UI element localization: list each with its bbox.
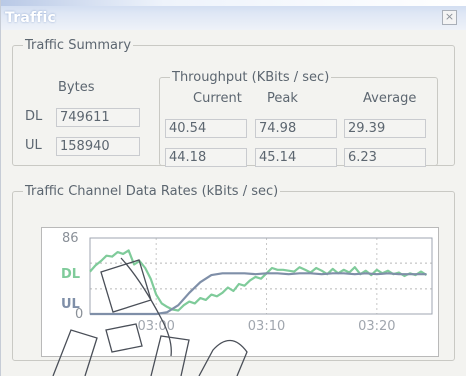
traffic-window: Traffic × Traffic Summary Bytes DL 74961… [0, 0, 466, 376]
ul-average-field: 6.23 [344, 148, 426, 167]
x-tick-label-0: 03:00 [137, 319, 174, 334]
close-button[interactable]: × [442, 10, 457, 25]
series-line-dl [89, 249, 428, 312]
dl-bytes-field: 749611 [56, 108, 140, 127]
series-label-dl: DL [61, 267, 80, 282]
ul-row-label: UL [25, 138, 42, 153]
average-header: Average [363, 91, 417, 106]
y-tick-label-top: 86 [62, 231, 79, 246]
title-bar-highlight [1, 0, 466, 6]
title-bar[interactable]: Traffic × [1, 0, 466, 30]
dl-row-label: DL [25, 109, 43, 124]
window-title: Traffic [5, 10, 57, 26]
x-tick-label-1: 03:10 [248, 319, 285, 334]
close-icon: × [444, 10, 455, 23]
x-tick-label-2: 03:20 [358, 319, 395, 334]
current-header: Current [193, 91, 242, 106]
throughput-group: Throughput (KBits / sec) Current Peak Av… [159, 70, 438, 167]
data-rates-legend: Traffic Channel Data Rates (kBits / sec) [25, 184, 279, 199]
dl-peak-field: 74.98 [255, 119, 337, 138]
data-rates-chart: 86 0 03:00 03:10 03:20 DL UL [41, 227, 439, 357]
plot-frame [89, 237, 433, 315]
dl-average-field: 29.39 [344, 119, 426, 138]
ul-peak-field: 45.14 [255, 148, 337, 167]
bytes-header: Bytes [58, 80, 95, 95]
ul-bytes-field: 158940 [56, 137, 140, 156]
dl-current-field: 40.54 [165, 119, 247, 138]
traffic-summary-legend: Traffic Summary [25, 38, 132, 53]
data-rates-group: Traffic Channel Data Rates (kBits / sec)… [12, 184, 455, 361]
traffic-summary-group: Traffic Summary Bytes DL 749611 UL 15894… [12, 38, 455, 167]
series-label-ul: UL [61, 297, 80, 312]
series-line-ul [90, 272, 427, 316]
peak-header: Peak [267, 91, 298, 106]
data-rates-chart-svg: 86003:00 03:10 03:20DLUL [61, 231, 433, 334]
ul-current-field: 44.18 [165, 148, 247, 167]
throughput-legend: Throughput (KBits / sec) [172, 70, 330, 85]
